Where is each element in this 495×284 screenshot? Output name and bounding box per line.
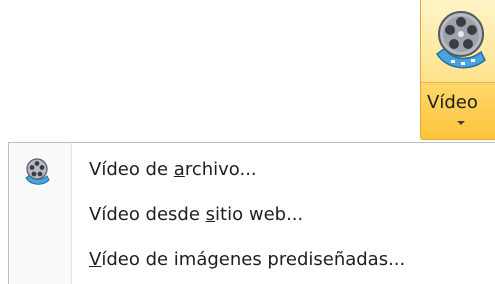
dropdown-arrow-icon	[457, 121, 465, 125]
video-button-label: Vídeo	[427, 92, 478, 113]
video-insert-ui: Vídeo Vídeo de archivo... Vídeo desde si…	[0, 0, 495, 284]
menu-item-label: Vídeo de archivo...	[89, 159, 257, 180]
video-button-top[interactable]	[421, 0, 495, 83]
video-split-button[interactable]: Vídeo	[420, 0, 495, 140]
film-reel-icon	[25, 158, 50, 185]
menu-item-clip-art-video[interactable]: Vídeo de imágenes prediseñadas...	[9, 241, 495, 281]
video-dropdown-menu: Vídeo de archivo... Vídeo desde sitio we…	[8, 142, 495, 284]
video-button-dropdown[interactable]: Vídeo	[421, 83, 495, 139]
menu-item-video-from-website[interactable]: Vídeo desde sitio web...	[9, 196, 495, 236]
menu-item-label: Vídeo desde sitio web...	[89, 204, 304, 225]
film-reel-icon	[435, 11, 486, 69]
menu-item-label: Vídeo de imágenes prediseñadas...	[89, 249, 406, 270]
menu-item-video-from-file[interactable]: Vídeo de archivo...	[9, 151, 495, 191]
